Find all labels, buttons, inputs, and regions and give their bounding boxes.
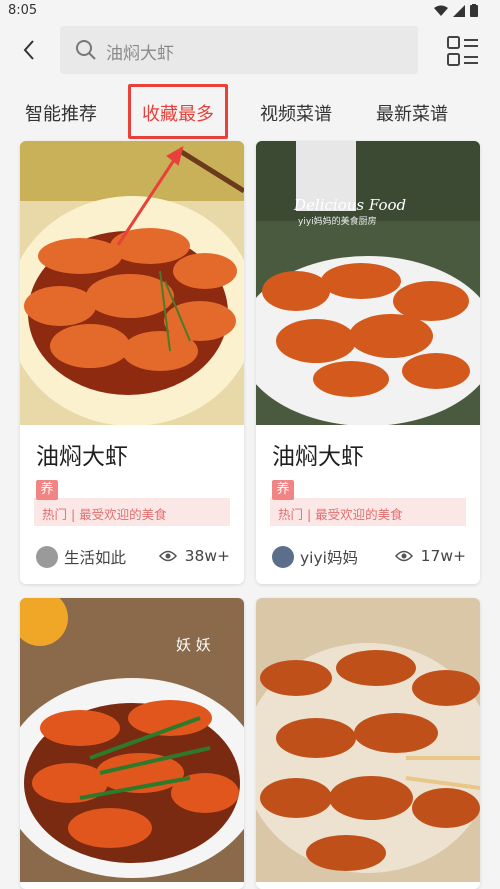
search-input[interactable]: 油焖大虾 <box>60 26 418 74</box>
recipe-desc: 热门 | 最受欢迎的美食 <box>278 507 403 522</box>
recipe-desc: 热门 | 最受欢迎的美食 <box>42 507 167 522</box>
status-bar: 8:05 <box>0 0 500 22</box>
recipe-image: 妖 妖 <box>20 598 244 882</box>
recipe-title: 油焖大虾 <box>36 444 128 470</box>
view-count: 38w+ <box>158 547 230 565</box>
list-layout-icon <box>447 36 478 66</box>
image-watermark: Delicious Food <box>294 196 407 214</box>
recipe-desc-strip: 热门 | 最受欢迎的美食 <box>34 498 230 526</box>
wifi-icon <box>434 5 448 16</box>
view-count-value: 17w+ <box>420 547 466 565</box>
avatar <box>272 546 294 568</box>
recipe-card[interactable]: Delicious Food yiyi妈妈的美食厨房 油焖大虾 热门 | 最受欢… <box>256 141 480 584</box>
author-name: 生活如此 <box>64 549 127 567</box>
recipe-tag: 养 <box>36 480 58 500</box>
top-bar: 油焖大虾 <box>0 22 500 80</box>
list-view-button[interactable] <box>446 34 480 68</box>
view-count: 17w+ <box>394 547 466 565</box>
category-tabs: 智能推荐 收藏最多 视频菜谱 最新菜谱 <box>0 82 500 140</box>
recipe-tag: 养 <box>272 480 294 500</box>
status-icons <box>434 4 478 17</box>
tab-smart-recommend[interactable]: 智能推荐 <box>25 100 97 126</box>
author-name: yiyi妈妈 <box>300 549 358 567</box>
recipe-card[interactable] <box>256 598 480 889</box>
highlight-box <box>128 84 228 139</box>
eye-icon <box>394 550 413 562</box>
recipe-desc-strip: 热门 | 最受欢迎的美食 <box>270 498 466 526</box>
back-arrow-icon <box>23 40 34 60</box>
recipe-image: Delicious Food yiyi妈妈的美食厨房 <box>256 141 480 425</box>
back-button[interactable] <box>16 36 44 64</box>
tab-latest-recipes[interactable]: 最新菜谱 <box>376 100 448 126</box>
author[interactable]: yiyi妈妈 <box>272 546 358 568</box>
eye-icon <box>158 550 177 562</box>
tab-video-recipes[interactable]: 视频菜谱 <box>260 100 332 126</box>
recipe-title: 油焖大虾 <box>272 444 364 470</box>
recipe-card[interactable]: 油焖大虾 热门 | 最受欢迎的美食 养 生活如此 38w+ <box>20 141 244 584</box>
author[interactable]: 生活如此 <box>36 546 126 568</box>
image-watermark: 妖 妖 <box>176 636 211 654</box>
search-text: 油焖大虾 <box>106 44 174 64</box>
recipe-card[interactable]: 妖 妖 <box>20 598 244 889</box>
recipe-image <box>20 141 244 425</box>
image-watermark-sub: yiyi妈妈的美食厨房 <box>298 217 377 227</box>
recipe-image <box>256 598 480 882</box>
signal-icon <box>453 4 465 17</box>
status-time: 8:05 <box>8 3 38 18</box>
view-count-value: 38w+ <box>184 547 230 565</box>
avatar <box>36 546 58 568</box>
search-icon <box>76 40 96 60</box>
battery-icon <box>470 4 478 17</box>
